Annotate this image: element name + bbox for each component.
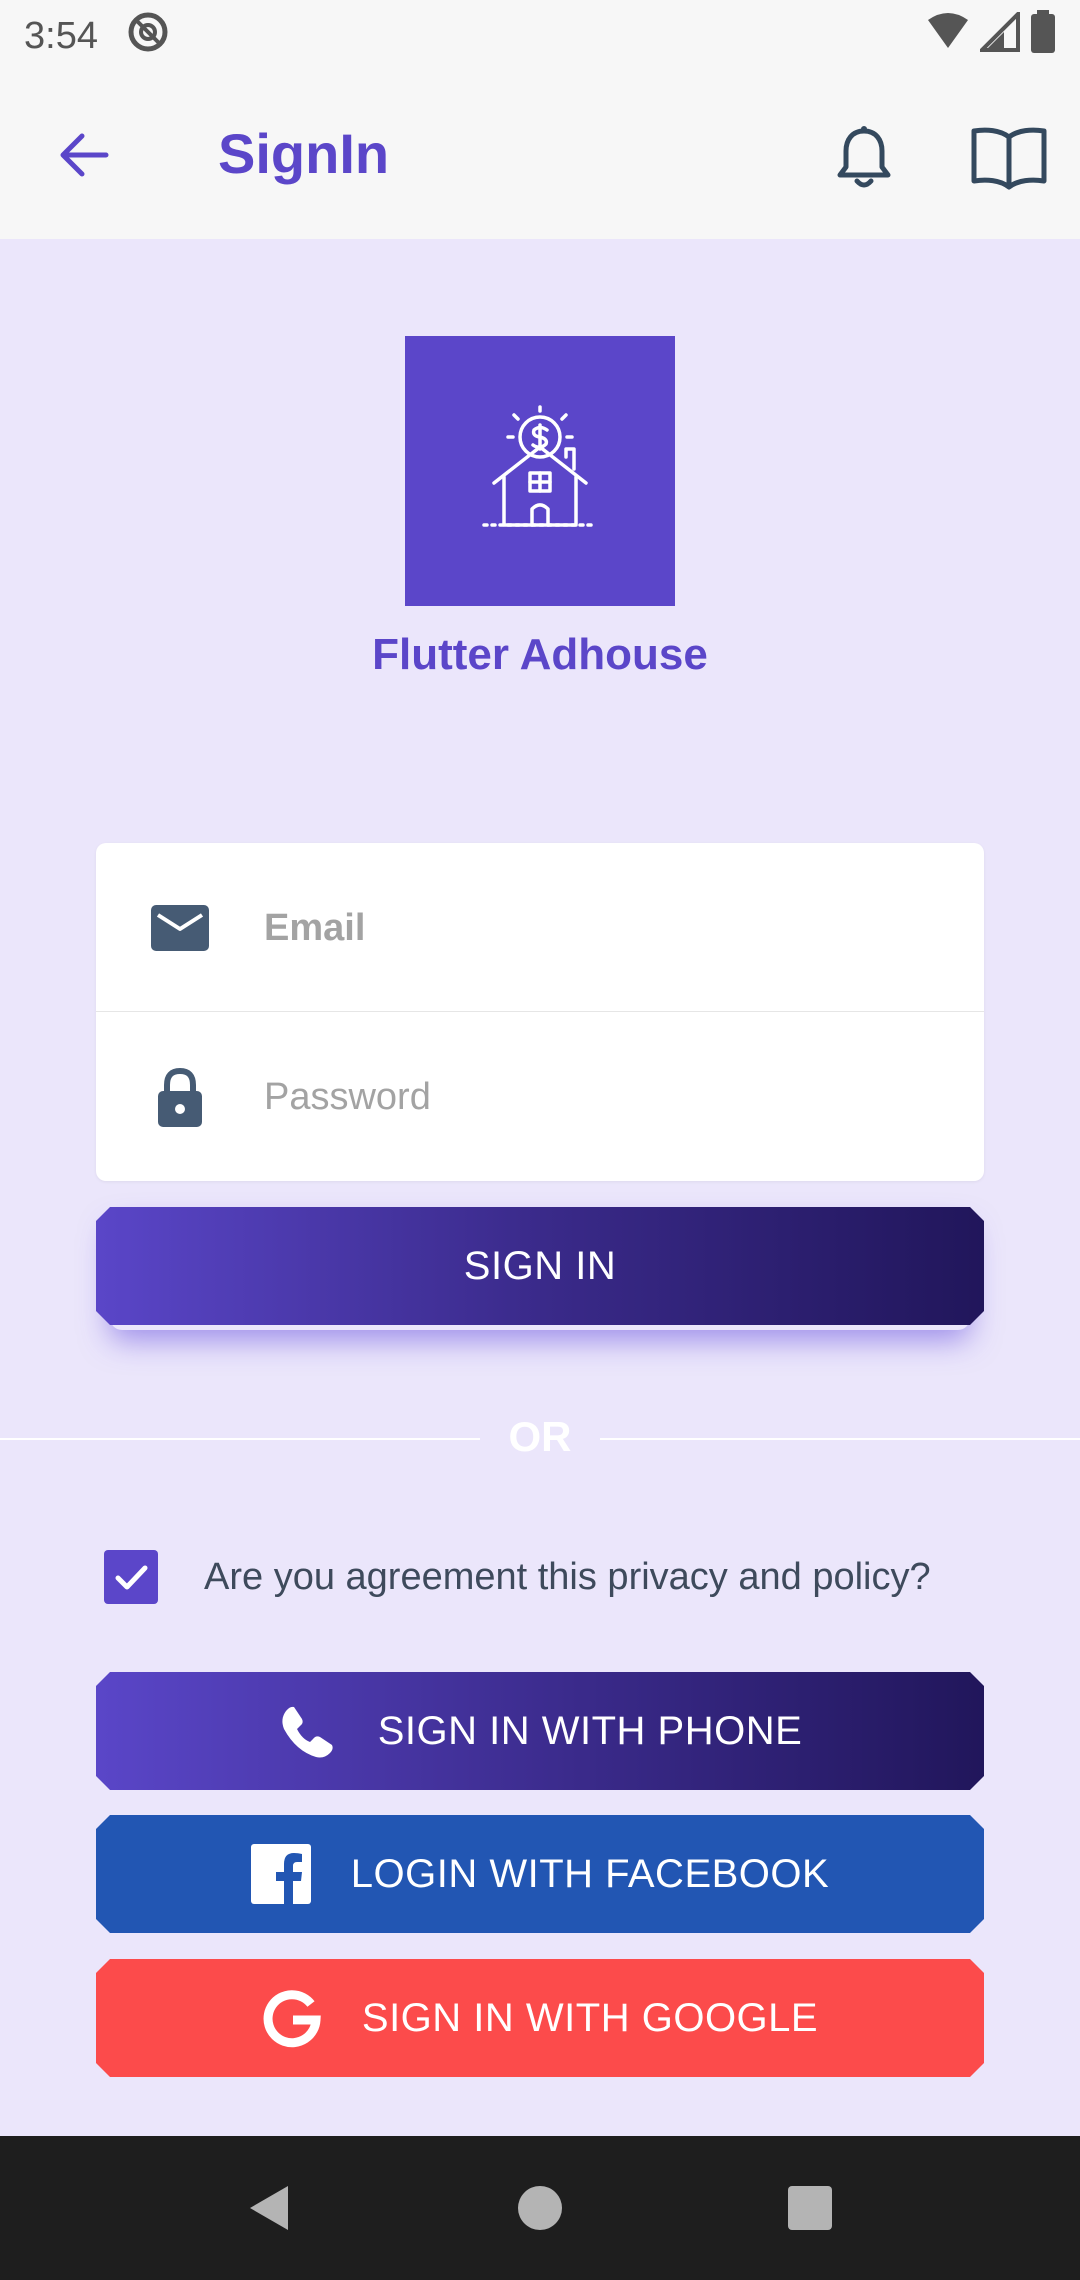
do-not-disturb-icon xyxy=(126,10,170,64)
status-bar: 3:54 xyxy=(0,0,1080,73)
wifi-icon xyxy=(926,12,970,62)
mail-icon xyxy=(148,895,212,959)
login-facebook-label: LOGIN WITH FACEBOOK xyxy=(350,1851,830,1896)
brand-name: Flutter Adhouse xyxy=(372,630,708,679)
status-time: 3:54 xyxy=(24,15,98,57)
signin-phone-label: SIGN IN WITH PHONE xyxy=(377,1708,803,1753)
signin-screen: 3:54 SignIn Flutter Adhouse Email SIGN I… xyxy=(0,0,1080,2280)
signin-google-label: SIGN IN WITH GOOGLE xyxy=(361,1995,819,2040)
app-logo xyxy=(405,336,675,606)
privacy-agreement-row: Are you agreement this privacy and polic… xyxy=(104,1547,1004,1607)
page-title: SignIn xyxy=(218,122,390,185)
signin-phone-button[interactable]: SIGN IN WITH PHONE xyxy=(96,1672,984,1790)
nav-recents-icon[interactable] xyxy=(784,2182,836,2234)
phone-icon xyxy=(278,1701,338,1761)
nav-home-icon[interactable] xyxy=(514,2182,566,2234)
or-label: OR xyxy=(508,1413,572,1460)
email-input[interactable] xyxy=(264,893,944,963)
battery-icon xyxy=(1030,9,1056,64)
or-divider: OR xyxy=(0,1405,1080,1475)
check-icon xyxy=(115,1565,148,1590)
email-field xyxy=(96,843,984,1012)
google-icon xyxy=(262,1988,322,2048)
login-facebook-button[interactable]: LOGIN WITH FACEBOOK xyxy=(96,1815,984,1933)
bell-icon[interactable] xyxy=(832,123,896,191)
password-input[interactable] xyxy=(264,1062,944,1132)
signin-google-button[interactable]: SIGN IN WITH GOOGLE xyxy=(96,1959,984,2077)
app-bar: SignIn xyxy=(0,73,1080,239)
login-form-card xyxy=(96,843,984,1181)
privacy-checkbox[interactable] xyxy=(104,1550,158,1604)
password-field xyxy=(96,1012,984,1181)
signin-button[interactable]: SIGN IN xyxy=(96,1207,984,1325)
facebook-icon xyxy=(251,1844,311,1904)
privacy-agreement-text: Are you agreement this privacy and polic… xyxy=(204,1555,931,1598)
arrow-left-icon[interactable] xyxy=(52,123,116,187)
lock-icon xyxy=(148,1065,212,1129)
book-open-icon[interactable] xyxy=(970,125,1048,191)
status-icons xyxy=(926,8,1056,64)
nav-back-icon[interactable] xyxy=(244,2182,296,2234)
system-nav-bar xyxy=(0,2136,1080,2280)
signin-button-label: SIGN IN xyxy=(463,1243,617,1288)
signal-icon xyxy=(977,8,1020,62)
house-dollar-icon xyxy=(482,405,598,527)
